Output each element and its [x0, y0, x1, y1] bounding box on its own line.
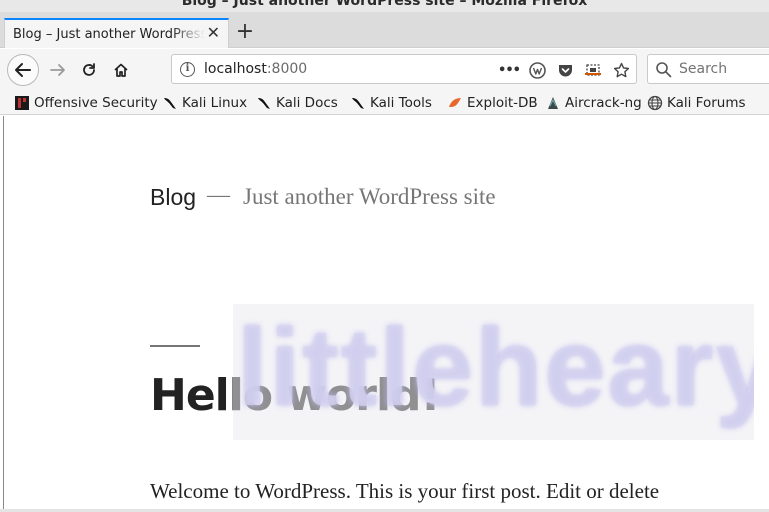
title-separator: —: [207, 182, 230, 207]
forward-button[interactable]: [42, 54, 74, 86]
bookmark-exploit-db[interactable]: Exploit-DB: [447, 93, 538, 113]
search-placeholder: Search: [679, 61, 728, 77]
search-bar[interactable]: Search: [647, 54, 769, 84]
page-actions-icon[interactable]: •••: [498, 60, 521, 80]
reload-button[interactable]: [73, 54, 105, 86]
url-host: localhost: [204, 61, 267, 77]
tab-blog[interactable]: Blog – Just another WordPress site ✕: [4, 18, 229, 48]
tab-strip: Blog – Just another WordPress site ✕ +: [0, 12, 769, 48]
navigation-toolbar: i localhost:8000 ••• Search: [0, 49, 769, 91]
back-button[interactable]: [7, 54, 39, 86]
aircrack-icon: [545, 95, 561, 111]
bookmark-kali-docs[interactable]: Kali Docs: [256, 93, 338, 113]
new-tab-button[interactable]: +: [232, 20, 258, 46]
bookmark-aircrack-ng[interactable]: Aircrack-ng: [545, 93, 642, 113]
pocket-icon[interactable]: [555, 60, 575, 80]
reload-icon: [83, 63, 95, 76]
kali-dragon-icon: [162, 95, 178, 111]
url-bar[interactable]: i localhost:8000 •••: [171, 54, 637, 84]
window-titlebar: Blog – Just another WordPress site – Moz…: [0, 0, 769, 12]
bookmark-offensive-security[interactable]: Offensive Security: [14, 93, 158, 113]
bookmark-label: Kali Forums: [667, 95, 746, 111]
kali-dragon-icon: [350, 95, 366, 111]
bookmark-label: Kali Linux: [182, 95, 248, 111]
home-icon: [114, 63, 128, 77]
bookmark-kali-tools[interactable]: Kali Tools: [350, 93, 432, 113]
globe-icon: [647, 95, 663, 111]
bookmarks-toolbar: Offensive Security Kali Linux Kali Docs …: [0, 91, 769, 115]
screenshot-icon[interactable]: [583, 60, 603, 80]
search-icon: [655, 61, 672, 82]
kali-dragon-icon: [256, 95, 272, 111]
home-button[interactable]: [105, 54, 137, 86]
offsec-icon: [14, 95, 30, 111]
watermark: littleheary: [233, 304, 754, 440]
bookmark-label: Aircrack-ng: [565, 95, 642, 111]
bookmark-label: Exploit-DB: [467, 95, 538, 111]
close-tab-icon[interactable]: ✕: [207, 25, 220, 41]
post-excerpt: Welcome to WordPress. This is your first…: [150, 479, 660, 503]
exploit-db-icon: [447, 95, 463, 111]
post-divider: [150, 345, 200, 347]
window-title: Blog – Just another WordPress site – Moz…: [181, 0, 588, 9]
watermark-text: littleheary: [237, 306, 754, 429]
wordpress-icon[interactable]: [527, 60, 547, 80]
arrow-right-icon: [50, 64, 65, 76]
arrow-left-icon: [15, 63, 31, 77]
site-title-link[interactable]: Blog: [150, 184, 196, 211]
site-info-icon[interactable]: i: [180, 62, 195, 77]
bookmark-kali-linux[interactable]: Kali Linux: [162, 93, 247, 113]
site-description: Just another WordPress site: [243, 184, 496, 209]
bookmark-label: Kali Tools: [370, 95, 432, 111]
bookmark-kali-forums[interactable]: Kali Forums: [647, 93, 746, 113]
bookmark-label: Offensive Security: [34, 95, 158, 111]
bookmark-star-icon[interactable]: [611, 60, 631, 80]
url-text[interactable]: localhost:8000: [204, 61, 307, 77]
bookmark-label: Kali Docs: [276, 95, 338, 111]
url-port: :8000: [266, 61, 308, 77]
tab-title: Blog – Just another WordPress site: [13, 27, 205, 42]
